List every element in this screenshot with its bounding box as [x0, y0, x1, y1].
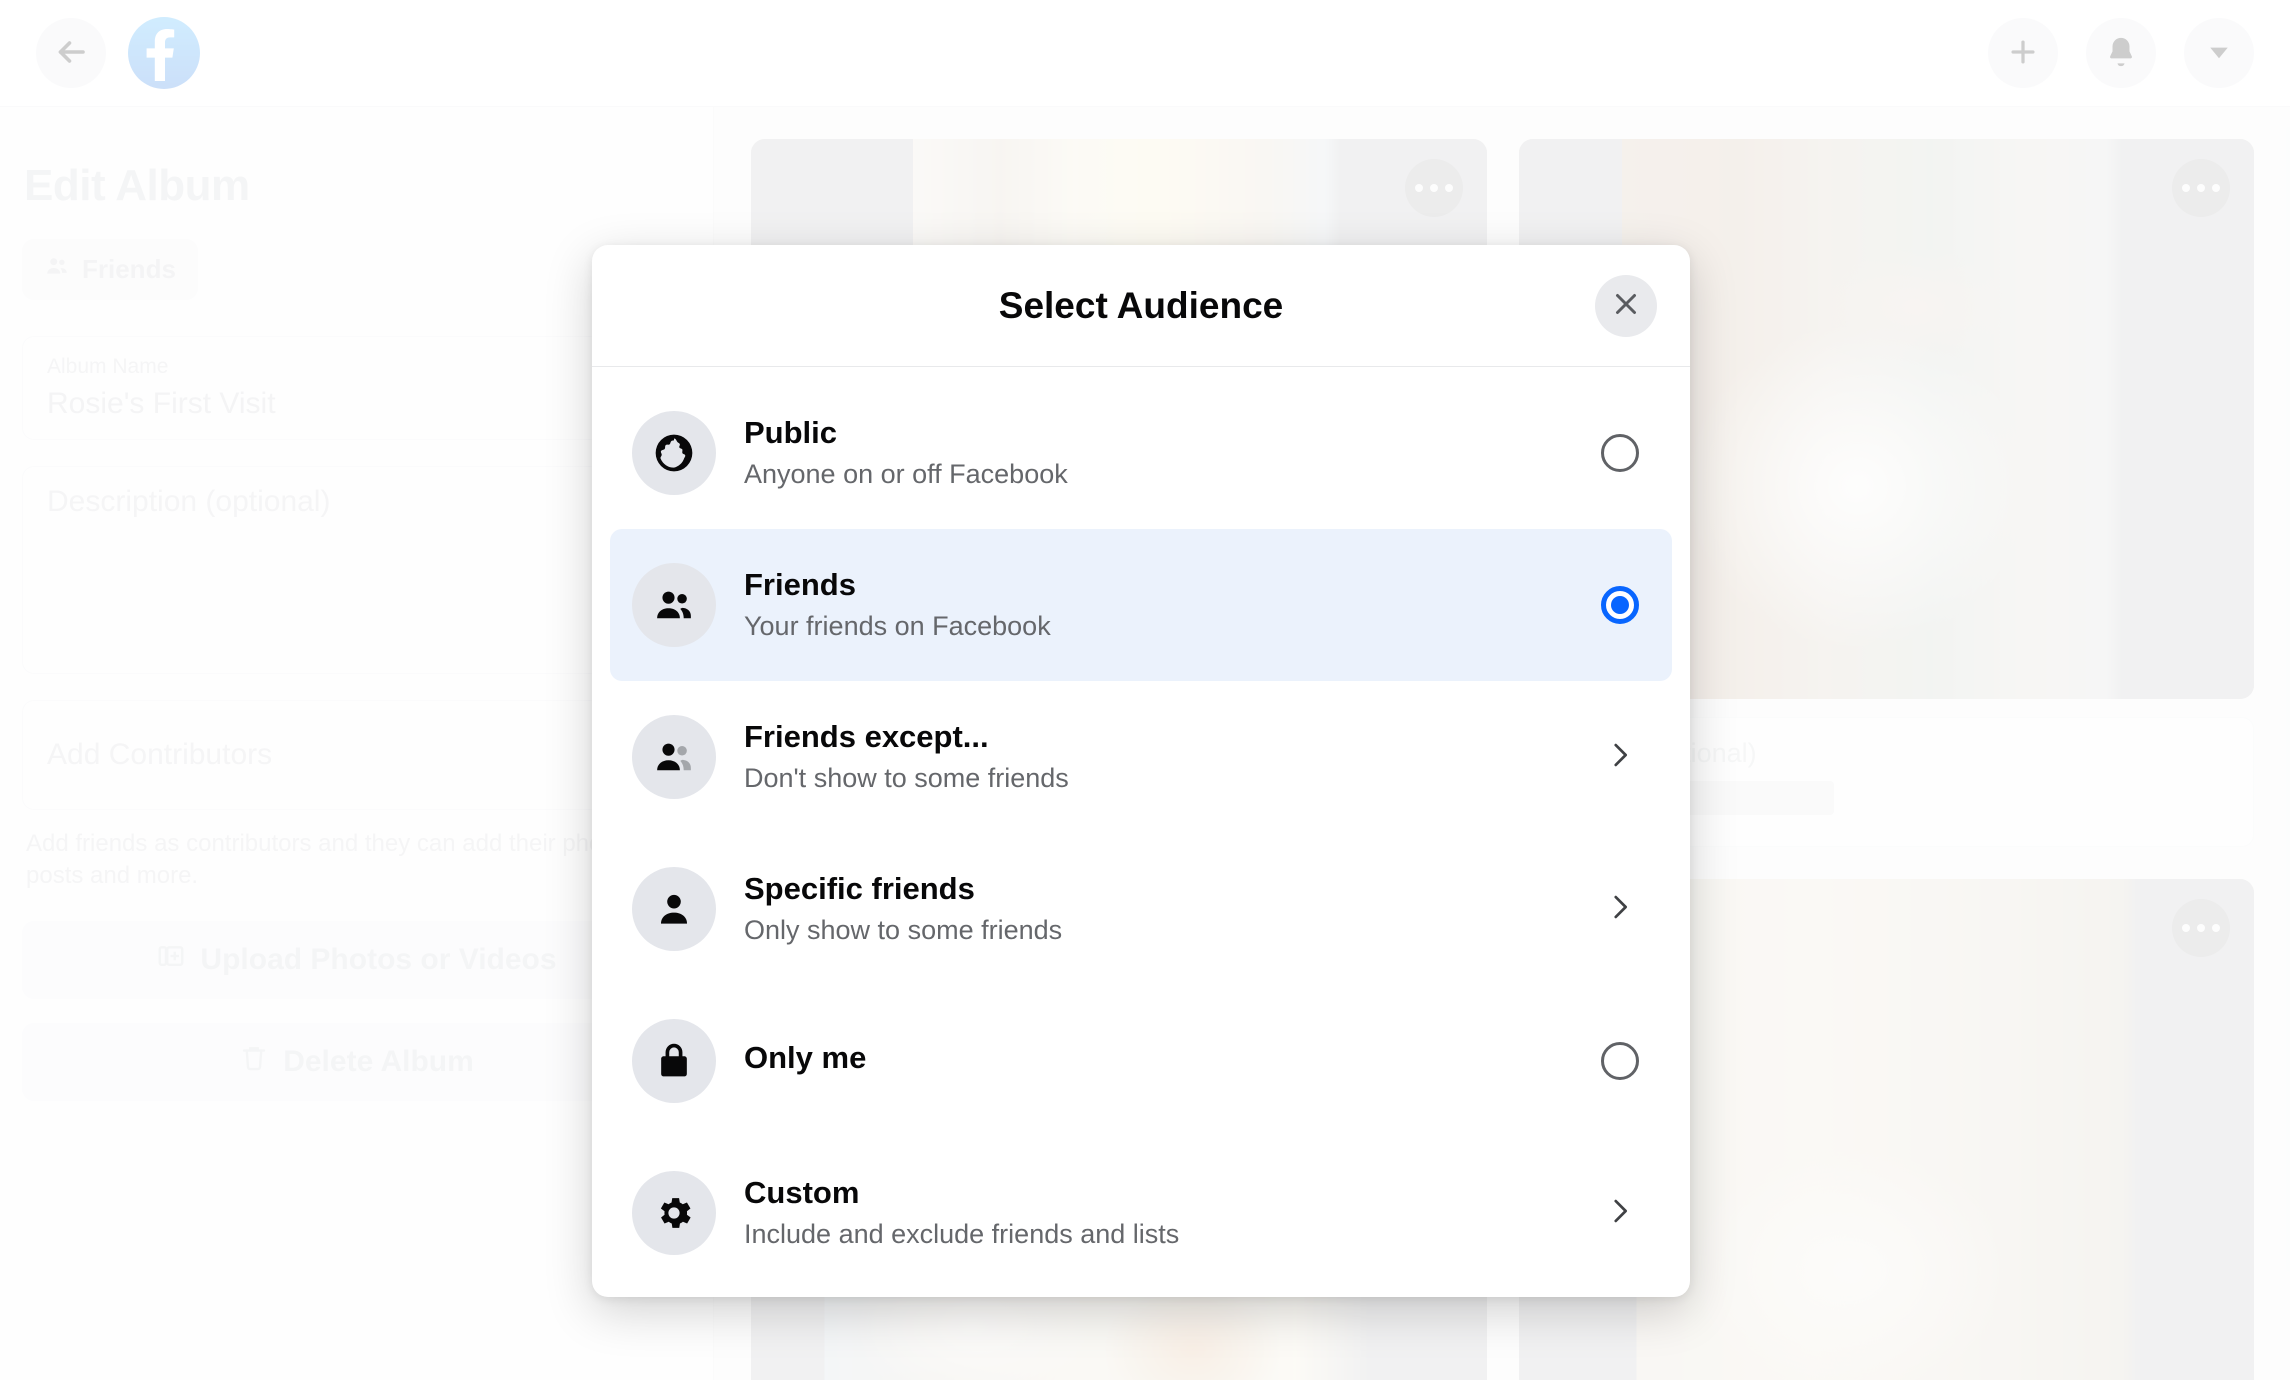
friends-except-icon — [632, 715, 716, 799]
audience-option-label: Custom — [744, 1175, 860, 1211]
audience-option-sub: Anyone on or off Facebook — [744, 459, 1068, 489]
audience-option-text: Public Anyone on or off Facebook — [744, 414, 1562, 492]
audience-options-list: Public Anyone on or off Facebook Friends… — [592, 367, 1690, 1297]
audience-option-control[interactable] — [1590, 1042, 1650, 1080]
person-icon — [632, 867, 716, 951]
audience-option-public[interactable]: Public Anyone on or off Facebook — [610, 377, 1672, 529]
audience-option-friends[interactable]: Friends Your friends on Facebook — [610, 529, 1672, 681]
audience-option-sub: Don't show to some friends — [744, 763, 1069, 793]
audience-option-only-me[interactable]: Only me — [610, 985, 1672, 1137]
lock-icon — [632, 1019, 716, 1103]
gear-icon — [632, 1171, 716, 1255]
globe-icon — [632, 411, 716, 495]
app-root: Edit Album Friends Album Name Rosie's Fi… — [0, 0, 2290, 1380]
audience-option-label: Only me — [744, 1040, 867, 1076]
close-dialog-button[interactable] — [1595, 274, 1657, 337]
radio-button-only-me[interactable] — [1601, 1042, 1639, 1080]
radio-button-public[interactable] — [1601, 434, 1639, 472]
audience-option-text: Custom Include and exclude friends and l… — [744, 1174, 1562, 1252]
friends-icon — [632, 563, 716, 647]
audience-option-sub: Include and exclude friends and lists — [744, 1219, 1180, 1249]
audience-option-specific-friends[interactable]: Specific friends Only show to some frien… — [610, 833, 1672, 985]
chevron-right-icon — [1603, 1194, 1637, 1233]
close-icon — [1609, 287, 1643, 324]
audience-option-sub: Your friends on Facebook — [744, 611, 1051, 641]
audience-option-control[interactable] — [1590, 890, 1650, 929]
audience-option-friends-except[interactable]: Friends except... Don't show to some fri… — [610, 681, 1672, 833]
audience-option-control[interactable] — [1590, 738, 1650, 777]
audience-option-custom[interactable]: Custom Include and exclude friends and l… — [610, 1137, 1672, 1289]
audience-option-label: Specific friends — [744, 871, 975, 907]
audience-option-label: Friends except... — [744, 719, 989, 755]
dialog-header: Select Audience — [592, 245, 1690, 367]
audience-option-label: Friends — [744, 567, 856, 603]
dialog-title: Select Audience — [998, 284, 1284, 326]
select-audience-dialog: Select Audience Public Anyone on or off … — [592, 245, 1690, 1297]
chevron-right-icon — [1603, 890, 1637, 929]
audience-option-text: Friends except... Don't show to some fri… — [744, 718, 1562, 796]
radio-button-friends[interactable] — [1601, 586, 1639, 624]
audience-option-label: Public — [744, 415, 838, 451]
audience-option-control[interactable] — [1590, 1194, 1650, 1233]
audience-option-text: Only me — [744, 1039, 1562, 1083]
audience-option-sub: Only show to some friends — [744, 915, 1063, 945]
audience-option-text: Friends Your friends on Facebook — [744, 566, 1562, 644]
audience-option-text: Specific friends Only show to some frien… — [744, 870, 1562, 948]
audience-option-control[interactable] — [1590, 434, 1650, 472]
chevron-right-icon — [1603, 738, 1637, 777]
audience-option-control[interactable] — [1590, 586, 1650, 624]
